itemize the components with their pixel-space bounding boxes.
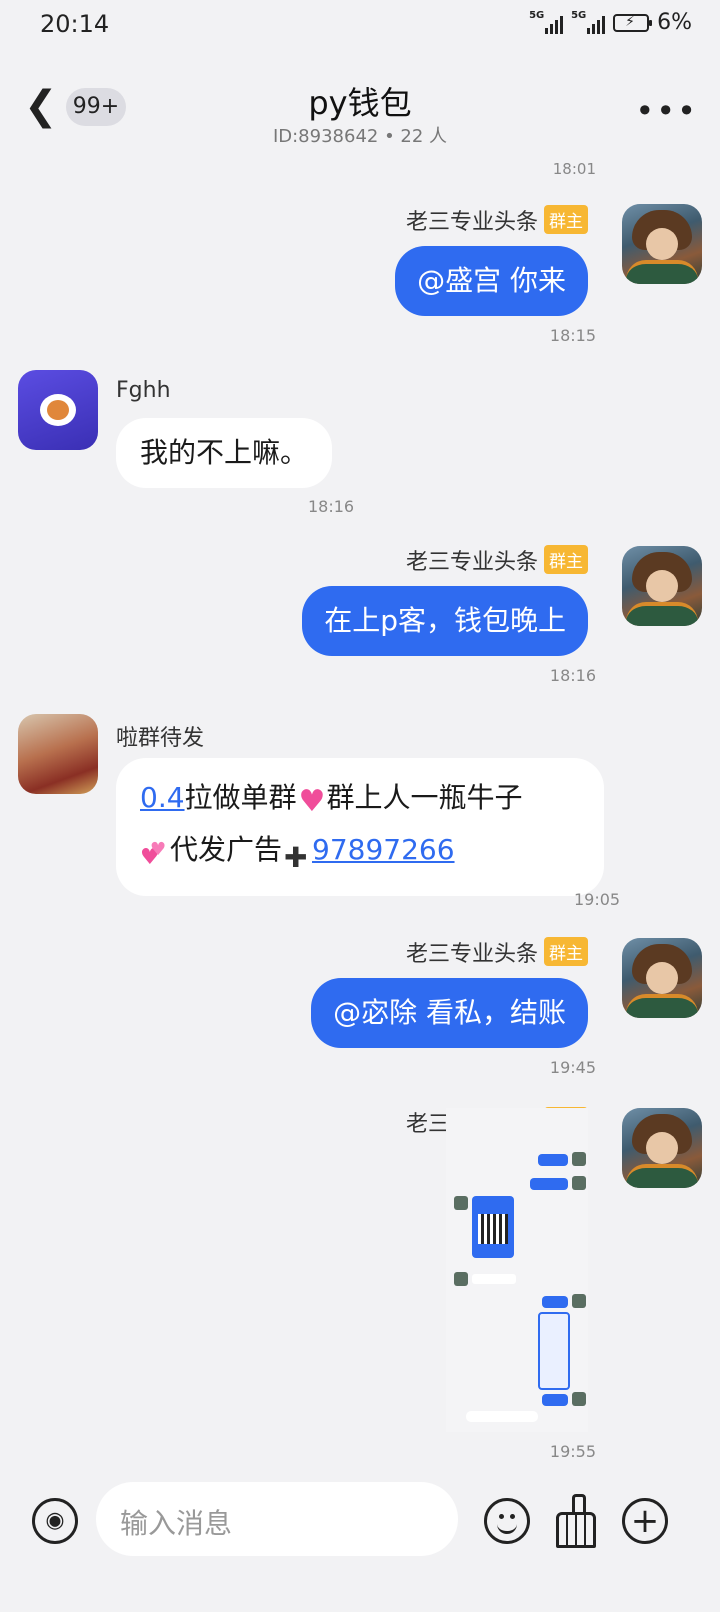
plus-emoji-icon [282,832,312,884]
avatar[interactable] [622,1108,702,1188]
message-bubble[interactable]: @宓除 看私，结账 [311,978,588,1048]
message-time: 18:16 [549,666,596,685]
battery-icon: ⚡ [613,13,653,32]
plus-icon[interactable]: + [622,1498,668,1544]
sender-name: 老三专业头条群主 [406,544,588,576]
owner-badge: 群主 [544,545,588,574]
composer-bar: ◉ 输入消息 + [0,1478,720,1612]
avatar[interactable] [18,714,98,794]
message-time: 18:15 [549,326,596,345]
signal-icon: 5G [529,10,564,34]
chat-title: py钱包 [308,84,412,122]
status-bar: 20:14 5G 5G ⚡ 6% [0,0,720,48]
message-time: 19:05 [574,890,621,909]
chat-subtitle: ID:8938642 • 22 人 [272,126,448,147]
message-time: 18:16 [308,497,355,516]
avatar[interactable] [18,370,98,450]
chat-screenshot-image[interactable] [446,1108,588,1432]
sender-name: Fghh [116,378,171,403]
owner-badge: 群主 [544,937,588,966]
avatar[interactable] [622,546,702,626]
voice-icon[interactable]: ◉ [32,1498,78,1544]
message-time: 18:01 [552,160,596,178]
battery-level: 6% [657,10,692,35]
owner-badge: 群主 [544,205,588,234]
more-icon[interactable]: ••• [635,92,698,130]
message-bubble[interactable]: 在上p客，钱包晚上 [302,586,588,656]
sender-name: 老三专业头条群主 [406,204,588,236]
chat-header: ❮ 99+ py钱包 ID:8938642 • 22 人 ••• [0,56,720,156]
status-time: 20:14 [40,10,110,38]
signal-icon-2: 5G [571,10,606,34]
message-input[interactable]: 输入消息 [96,1482,458,1556]
message-input-placeholder: 输入消息 [120,1507,233,1540]
broom-icon[interactable] [552,1494,600,1548]
message-link[interactable]: 97897266 [312,833,455,866]
message-bubble[interactable]: 0.4拉做单群群上人一瓶牛子 代发广告97897266 [116,758,604,896]
emoji-icon[interactable] [484,1498,530,1544]
sender-name: 啦群待发 [116,726,205,751]
sender-name: 老三专业头条群主 [406,936,588,968]
avatar[interactable] [622,938,702,1018]
message-bubble[interactable]: 我的不上嘛。 [116,418,333,488]
status-icons: 5G 5G ⚡ 6% [529,10,692,36]
message-link[interactable]: 0.4 [140,781,185,814]
message-time: 19:45 [549,1058,596,1077]
message-time: 19:55 [549,1442,596,1461]
avatar[interactable] [622,204,702,284]
two-hearts-icon [140,824,170,884]
heart-gift-icon [297,776,327,828]
message-bubble[interactable]: @盛宫 你来 [395,246,588,316]
